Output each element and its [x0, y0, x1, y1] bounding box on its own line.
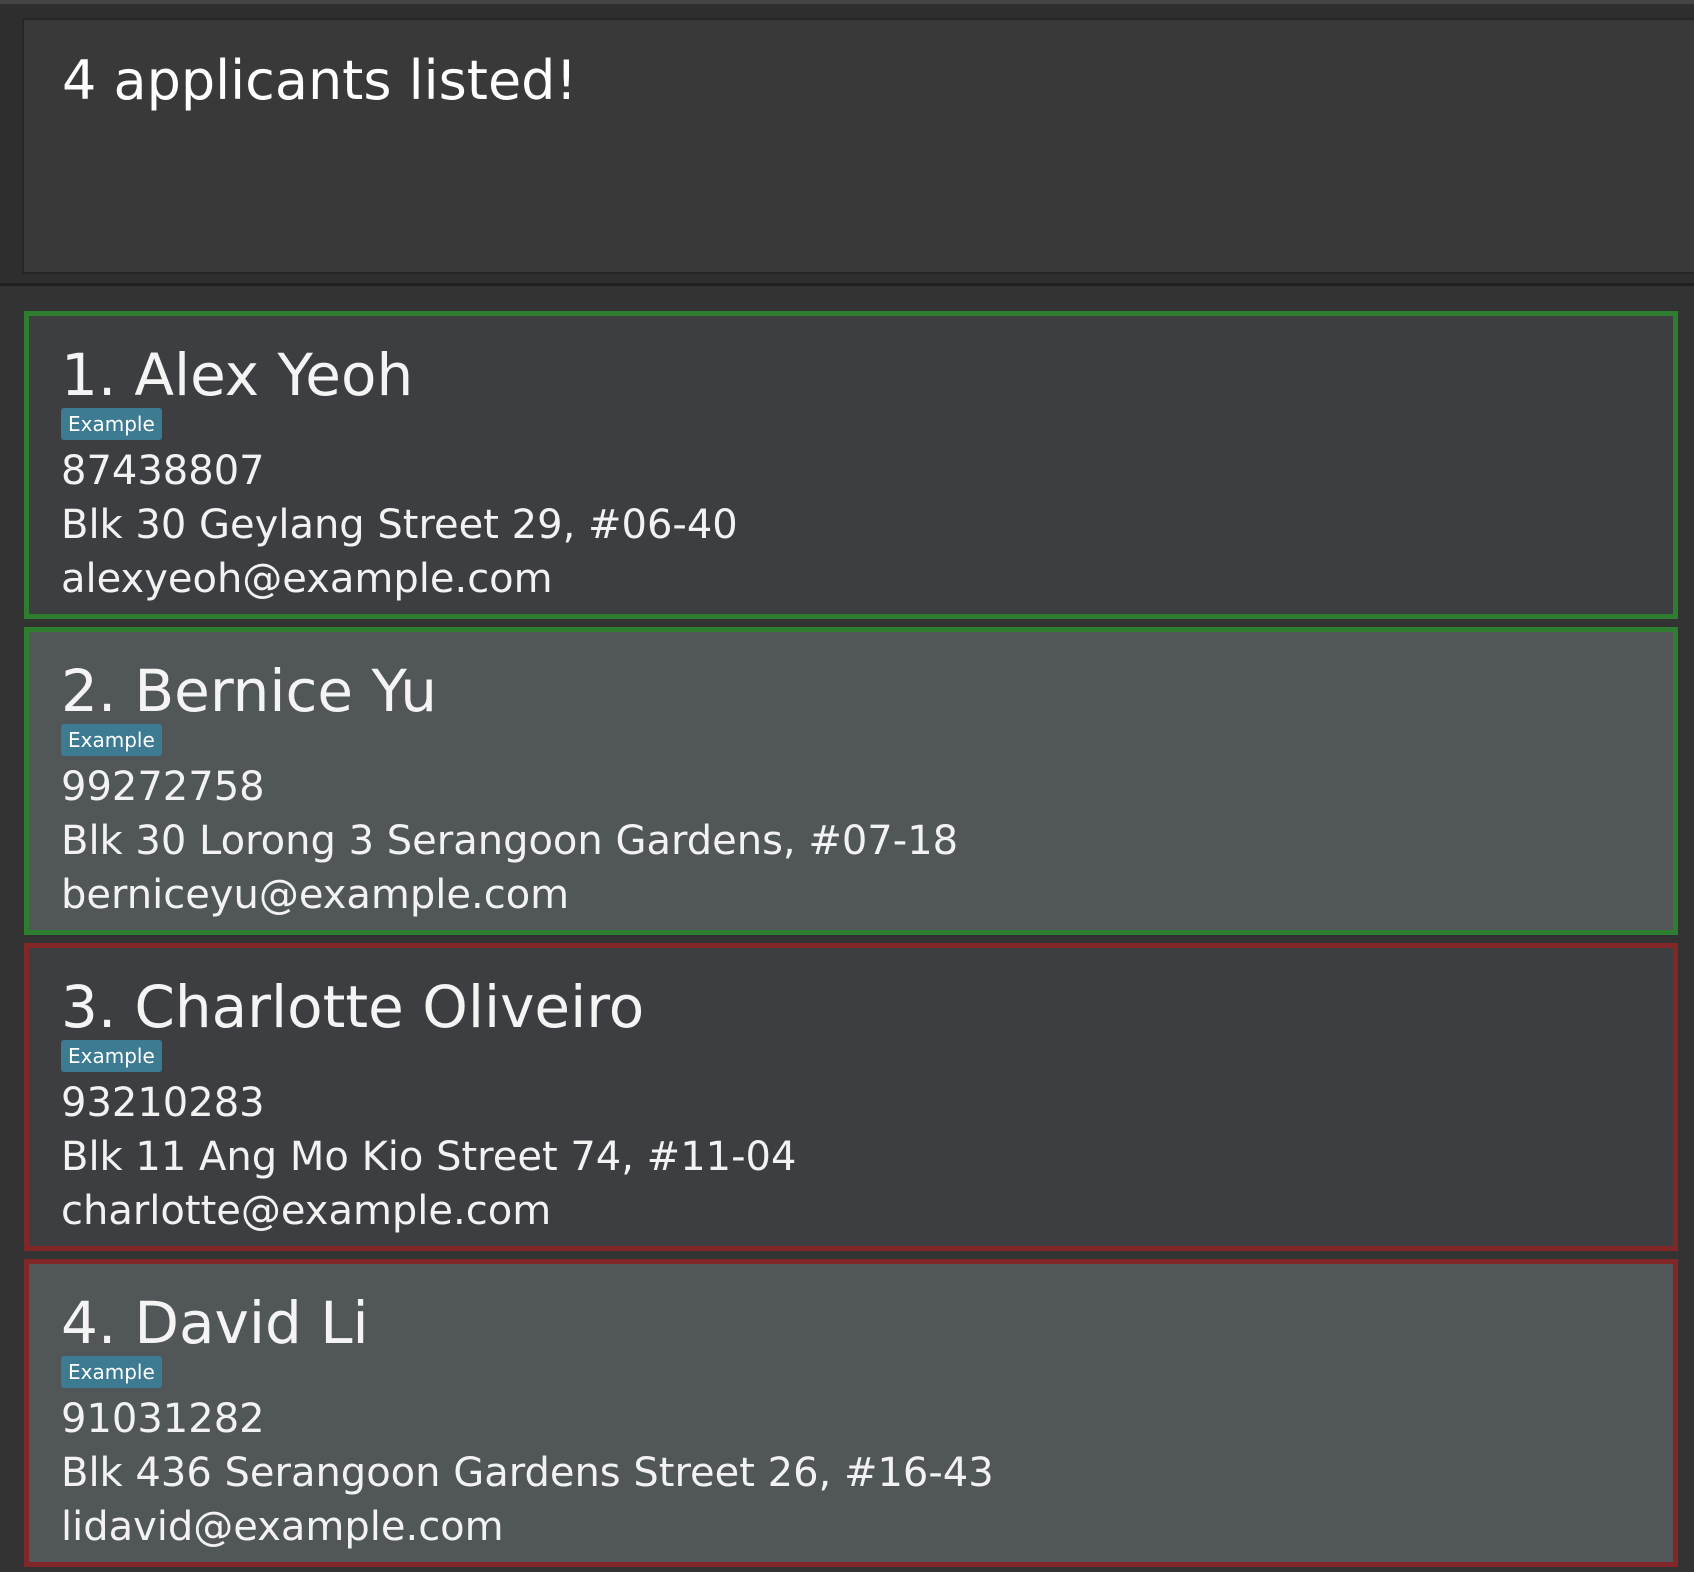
applicant-index: 4.: [61, 1289, 117, 1357]
applicant-card[interactable]: 1. Alex Yeoh Example 87438807 Blk 30 Geyl…: [24, 311, 1678, 619]
applicant-header: 2. Bernice Yu: [61, 654, 437, 728]
applicant-card[interactable]: 4. David Li Example 91031282 Blk 436 Sera…: [24, 1259, 1678, 1567]
applicant-phone: 99272758: [61, 764, 265, 810]
applicant-header: 1. Alex Yeoh: [61, 338, 413, 412]
applicant-tag: Example: [61, 1040, 162, 1072]
applicant-tag: Example: [61, 724, 162, 756]
applicant-address: Blk 11 Ang Mo Kio Street 74, #11-04: [61, 1134, 797, 1180]
applicant-index: 2.: [61, 657, 117, 725]
applicant-address: Blk 436 Serangoon Gardens Street 26, #16…: [61, 1450, 994, 1496]
applicant-index: 3.: [61, 973, 117, 1041]
applicant-email: charlotte@example.com: [61, 1188, 552, 1234]
applicant-card[interactable]: 3. Charlotte Oliveiro Example 93210283 Bl…: [24, 943, 1678, 1251]
result-display-pane: 4 applicants listed!: [0, 0, 1694, 283]
applicant-name: Bernice Yu: [134, 657, 438, 725]
applicant-email: lidavid@example.com: [61, 1504, 504, 1550]
applicant-email: alexyeoh@example.com: [61, 556, 553, 602]
applicant-tag: Example: [61, 408, 162, 440]
applicant-header: 3. Charlotte Oliveiro: [61, 970, 644, 1044]
applicant-phone: 87438807: [61, 448, 265, 494]
applicant-list[interactable]: 1. Alex Yeoh Example 87438807 Blk 30 Geyl…: [0, 283, 1694, 1572]
applicant-email: berniceyu@example.com: [61, 872, 570, 918]
applicant-index: 1.: [61, 341, 117, 409]
applicant-phone: 93210283: [61, 1080, 265, 1126]
applicant-tag: Example: [61, 1356, 162, 1388]
applicant-address: Blk 30 Lorong 3 Serangoon Gardens, #07-1…: [61, 818, 959, 864]
applicant-address: Blk 30 Geylang Street 29, #06-40: [61, 502, 738, 548]
applicant-name: Alex Yeoh: [134, 341, 414, 409]
applicant-card[interactable]: 2. Bernice Yu Example 99272758 Blk 30 Lor…: [24, 627, 1678, 935]
applicant-name: David Li: [134, 1289, 369, 1357]
applicant-header: 4. David Li: [61, 1286, 369, 1360]
applicant-name: Charlotte Oliveiro: [134, 973, 645, 1041]
result-message: 4 applicants listed!: [62, 49, 578, 112]
applicant-phone: 91031282: [61, 1396, 265, 1442]
result-display-box[interactable]: 4 applicants listed!: [22, 18, 1694, 274]
